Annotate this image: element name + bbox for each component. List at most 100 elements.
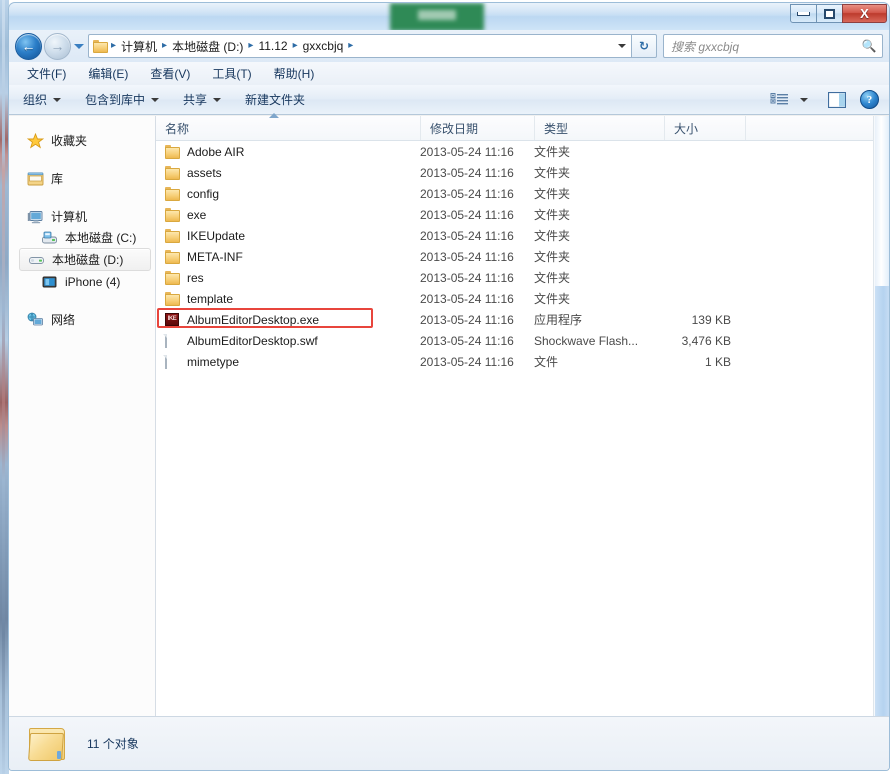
file-date: 2013-05-24 11:16 <box>420 165 514 180</box>
file-date: 2013-05-24 11:16 <box>420 249 514 264</box>
file-name: META-INF <box>187 249 243 264</box>
chevron-down-icon <box>151 97 160 102</box>
chevron-down-icon[interactable] <box>800 97 808 102</box>
sidebar-item-libraries[interactable]: 库 <box>9 168 155 189</box>
file-type: 文件夹 <box>534 250 571 264</box>
scrollbar-thumb[interactable] <box>875 116 889 286</box>
menu-item-edit[interactable]: 编辑(E) <box>88 65 128 82</box>
menu-bar: 文件(F) 编辑(E) 查看(V) 工具(T) 帮助(H) <box>9 62 889 85</box>
column-header-name-label: 名称 <box>165 121 190 136</box>
window-titlebar[interactable]: X <box>8 2 890 30</box>
table-row[interactable]: META-INF 2013-05-24 11:16 文件夹 <box>156 246 889 267</box>
computer-icon <box>27 209 44 225</box>
breadcrumb-separator[interactable]: ▸ <box>347 40 354 51</box>
column-header-date-label: 修改日期 <box>430 121 479 136</box>
menu-item-tools[interactable]: 工具(T) <box>212 65 251 82</box>
file-name-cell: exe <box>156 207 420 222</box>
menu-item-help[interactable]: 帮助(H) <box>274 65 315 82</box>
breadcrumb-bar[interactable]: ▸ 计算机 ▸ 本地磁盘 (D:) ▸ 11.12 ▸ gxxcbjq ▸ <box>88 34 632 58</box>
breadcrumb-dropdown-icon[interactable] <box>618 44 626 48</box>
breadcrumb-separator[interactable]: ▸ <box>292 40 299 51</box>
table-row[interactable]: config 2013-05-24 11:16 文件夹 <box>156 183 889 204</box>
vertical-scrollbar[interactable] <box>873 116 889 741</box>
file-type: 文件夹 <box>534 145 571 159</box>
sidebar-item-local-disk-d[interactable]: 本地磁盘 (D:) <box>19 248 151 271</box>
breadcrumb-item-0[interactable]: 计算机 <box>117 38 161 55</box>
file-date: 2013-05-24 11:16 <box>420 186 514 201</box>
redacted-title-overlay <box>390 3 484 30</box>
file-icon <box>165 333 180 348</box>
status-bar: 11 个对象 <box>9 716 889 770</box>
preview-pane-button[interactable] <box>812 91 860 108</box>
file-name-cell: assets <box>156 165 420 180</box>
table-row[interactable]: assets 2013-05-24 11:16 文件夹 <box>156 162 889 183</box>
column-header-date[interactable]: 修改日期 <box>420 116 534 140</box>
iphone-icon <box>41 274 58 290</box>
chevron-down-icon <box>53 97 62 102</box>
menu-item-view[interactable]: 查看(V) <box>150 65 190 82</box>
table-row[interactable]: exe 2013-05-24 11:16 文件夹 <box>156 204 889 225</box>
sidebar-item-iphone[interactable]: iPhone (4) <box>9 271 155 292</box>
table-row[interactable]: template 2013-05-24 11:16 文件夹 <box>156 288 889 309</box>
breadcrumb-item-2[interactable]: 11.12 <box>254 39 291 53</box>
table-row[interactable]: res 2013-05-24 11:16 文件夹 <box>156 267 889 288</box>
sidebar-item-computer[interactable]: 计算机 <box>9 206 155 227</box>
view-options-button[interactable] <box>770 92 792 108</box>
breadcrumb-separator[interactable]: ▸ <box>161 40 168 51</box>
navigation-pane: 收藏夹 库 计算机 本地磁盘 (C:) 本地磁盘 (D:) iPhone (4)… <box>9 116 156 741</box>
table-row[interactable]: IKEUpdate 2013-05-24 11:16 文件夹 <box>156 225 889 246</box>
column-header-type-label: 类型 <box>544 121 569 136</box>
breadcrumb-separator[interactable]: ▸ <box>247 40 254 51</box>
file-date: 2013-05-24 11:16 <box>420 144 514 159</box>
history-dropdown-icon[interactable] <box>74 43 84 49</box>
help-button[interactable]: ? <box>860 90 879 109</box>
table-row[interactable]: Adobe AIR 2013-05-24 11:16 文件夹 <box>156 141 889 162</box>
search-input[interactable]: 搜索 gxxcbjq <box>664 38 860 55</box>
breadcrumb-separator[interactable]: ▸ <box>110 40 117 51</box>
sidebar-item-label: iPhone (4) <box>65 274 121 289</box>
menu-item-file[interactable]: 文件(F) <box>27 65 66 82</box>
table-row-highlighted[interactable]: IKE AlbumEditorDesktop.exe 2013-05-24 11… <box>156 308 889 330</box>
sidebar-item-local-disk-c[interactable]: 本地磁盘 (C:) <box>9 227 155 248</box>
table-row[interactable]: mimetype 2013-05-24 11:16 文件 1 KB <box>156 351 889 372</box>
sidebar-item-favorites[interactable]: 收藏夹 <box>9 130 155 151</box>
folder-icon <box>165 207 180 222</box>
close-button[interactable]: X <box>842 4 887 23</box>
file-type: 文件夹 <box>534 292 571 306</box>
column-header-size-label: 大小 <box>674 121 699 136</box>
refresh-button[interactable]: ↻ <box>632 34 657 58</box>
toolbar-include-in-library-button[interactable]: 包含到库中 <box>85 91 160 108</box>
table-row[interactable]: AlbumEditorDesktop.swf 2013-05-24 11:16 … <box>156 330 889 351</box>
file-date: 2013-05-24 11:16 <box>420 270 514 285</box>
minimize-button[interactable] <box>790 4 817 23</box>
back-button[interactable]: ← <box>15 32 42 60</box>
toolbar-new-folder-button[interactable]: 新建文件夹 <box>245 91 305 108</box>
search-box[interactable]: 搜索 gxxcbjq 🔍 <box>663 34 883 58</box>
toolbar-organize-button[interactable]: 组织 <box>23 91 62 108</box>
breadcrumb-item-1[interactable]: 本地磁盘 (D:) <box>168 38 247 55</box>
forward-arrow-icon: → <box>50 38 65 54</box>
command-toolbar: 组织 包含到库中 共享 新建文件夹 ? <box>9 85 889 115</box>
file-type: 文件夹 <box>534 208 571 222</box>
breadcrumb-item-3[interactable]: gxxcbjq <box>299 39 348 53</box>
sidebar-item-network[interactable]: 网络 <box>9 309 155 330</box>
toolbar-share-button[interactable]: 共享 <box>183 91 222 108</box>
file-name-cell: Adobe AIR <box>156 144 420 159</box>
file-name: mimetype <box>187 354 240 369</box>
maximize-button[interactable] <box>816 4 843 23</box>
file-name: AlbumEditorDesktop.exe <box>187 312 320 327</box>
column-header-size[interactable]: 大小 <box>664 116 745 140</box>
sidebar-item-label: 库 <box>51 172 64 186</box>
forward-button[interactable]: → <box>44 32 71 60</box>
file-name-cell: AlbumEditorDesktop.swf <box>156 333 420 348</box>
scrollbar-track[interactable] <box>875 286 889 741</box>
back-arrow-icon: ← <box>21 38 36 54</box>
breadcrumb-folder-icon <box>93 39 108 53</box>
column-header-type[interactable]: 类型 <box>534 116 664 140</box>
explorer-screenshot: X ← → ▸ 计算机 ▸ 本地磁盘 (D:) ▸ 11.12 ▸ gxxcbj… <box>0 0 895 774</box>
window-controls: X <box>790 4 887 23</box>
search-icon: 🔍 <box>861 39 877 53</box>
column-header-name[interactable]: 名称 <box>156 113 420 140</box>
library-icon <box>27 171 44 187</box>
